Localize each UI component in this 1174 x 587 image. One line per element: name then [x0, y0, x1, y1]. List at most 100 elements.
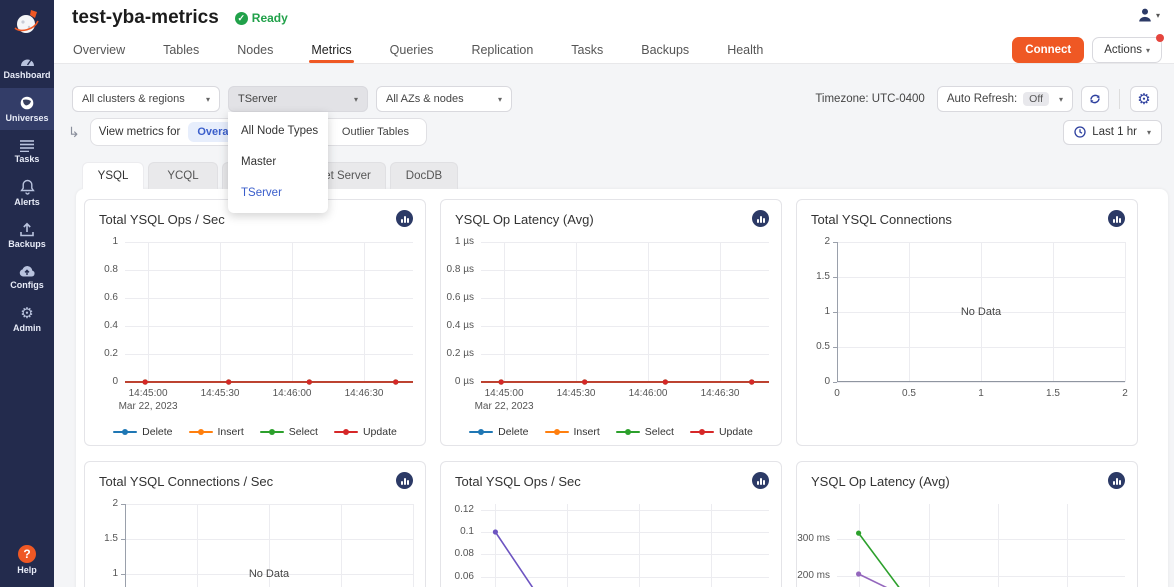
- check-circle-icon: ✓: [235, 12, 248, 25]
- sidebar-item-admin[interactable]: ⚙ Admin: [0, 298, 54, 340]
- x-tick-label: 1.5: [1023, 388, 1083, 399]
- main-area: test-yba-metrics ✓ Ready ▾ Overview Tabl…: [54, 0, 1174, 587]
- menu-item-master[interactable]: Master: [228, 147, 328, 178]
- legend-item[interactable]: Update: [334, 426, 397, 438]
- series-marker: [493, 529, 498, 534]
- sidebar-item-configs[interactable]: Configs: [0, 256, 54, 298]
- auto-refresh-value: Off: [1023, 92, 1049, 106]
- series-marker: [143, 379, 148, 384]
- percentile-chart-icon[interactable]: [752, 472, 769, 489]
- legend-line-glyph: [545, 431, 569, 433]
- legend-item[interactable]: Insert: [189, 426, 244, 438]
- tab-nodes[interactable]: Nodes: [237, 36, 273, 63]
- tab-queries[interactable]: Queries: [390, 36, 434, 63]
- x-tick-label: 14:46:00: [618, 388, 678, 399]
- chevron-down-icon: ▾: [1147, 128, 1151, 137]
- legend-label: Update: [363, 426, 397, 438]
- y-tick-label: 200 ms: [788, 570, 830, 581]
- sidebar-item-label: Configs: [10, 280, 44, 290]
- legend-item[interactable]: Insert: [545, 426, 600, 438]
- sidebar-item-backups[interactable]: Backups: [0, 214, 54, 256]
- legend-label: Delete: [498, 426, 528, 438]
- refresh-icon: [1088, 92, 1102, 106]
- chart-panel: Total YSQL Ops / Sec 10.80.60.40.2014:45…: [84, 199, 426, 446]
- configs-cloud-icon: [18, 264, 36, 278]
- x-axis-date: Mar 22, 2023: [474, 401, 534, 412]
- user-avatar-icon: [1137, 7, 1153, 23]
- legend-item[interactable]: Select: [616, 426, 674, 438]
- chart-plot: 21.510.5000.511.52No Data: [837, 242, 1125, 382]
- metric-tab-ysql[interactable]: YSQL: [82, 162, 144, 189]
- percentile-chart-icon[interactable]: [396, 210, 413, 227]
- y-tick-label: 0.06: [432, 571, 474, 582]
- tab-tasks[interactable]: Tasks: [571, 36, 603, 63]
- tab-backups[interactable]: Backups: [641, 36, 689, 63]
- timezone-label: Timezone: UTC-0400: [815, 93, 925, 105]
- chart-series: [125, 242, 413, 382]
- y-tick-label: 0: [788, 376, 830, 387]
- legend-item[interactable]: Select: [260, 426, 318, 438]
- percentile-chart-icon[interactable]: [1108, 210, 1125, 227]
- az-node-select[interactable]: All AZs & nodes ▾: [376, 86, 512, 112]
- x-tick-label: 14:45:00: [118, 388, 178, 399]
- legend-item[interactable]: Update: [690, 426, 753, 438]
- metric-tab-ycql[interactable]: YCQL: [148, 162, 218, 189]
- tab-tables[interactable]: Tables: [163, 36, 199, 63]
- x-tick-label: 0: [807, 388, 867, 399]
- sidebar-item-tasks[interactable]: Tasks: [0, 130, 54, 172]
- series-marker: [856, 531, 861, 536]
- metric-tab-docdb[interactable]: DocDB: [390, 162, 458, 189]
- y-tick-label: 0.8 µs: [432, 264, 474, 275]
- refresh-button[interactable]: [1081, 86, 1109, 112]
- view-metrics-option-outlier-tables[interactable]: Outlier Tables: [333, 122, 418, 142]
- chart-plot: 300 ms200 ms: [837, 504, 1125, 587]
- x-axis-date: Mar 22, 2023: [118, 401, 178, 412]
- sidebar-item-alerts[interactable]: Alerts: [0, 172, 54, 214]
- y-tick-label: 1: [76, 236, 118, 247]
- menu-item-all-node-types[interactable]: All Node Types: [228, 116, 328, 147]
- percentile-chart-icon[interactable]: [396, 472, 413, 489]
- legend-item[interactable]: Delete: [113, 426, 172, 438]
- chart-panel: YSQL Op Latency (Avg) 1 µs0.8 µs0.6 µs0.…: [440, 199, 782, 446]
- time-range-value: Last 1 hr: [1092, 126, 1137, 138]
- sidebar-item-dashboard[interactable]: Dashboard: [0, 46, 54, 88]
- cluster-region-select[interactable]: All clusters & regions ▾: [72, 86, 220, 112]
- y-tick-label: 1.5: [76, 533, 118, 544]
- time-range-button[interactable]: Last 1 hr ▾: [1063, 120, 1162, 145]
- x-axis-line: [837, 381, 1125, 382]
- legend-item[interactable]: Delete: [469, 426, 528, 438]
- chart-title: Total YSQL Connections: [811, 212, 952, 227]
- percentile-chart-icon[interactable]: [1108, 472, 1125, 489]
- connect-button[interactable]: Connect: [1012, 37, 1084, 63]
- series-marker: [307, 379, 312, 384]
- view-metrics-row: ↳ View metrics for Overall Outlier Nodes…: [54, 118, 1174, 146]
- menu-item-tserver[interactable]: TServer: [228, 178, 328, 209]
- tab-metrics[interactable]: Metrics: [311, 36, 351, 63]
- legend-line-glyph: [469, 431, 493, 433]
- cluster-region-select-value: All clusters & regions: [82, 93, 185, 105]
- metrics-settings-button[interactable]: ⚙: [1130, 86, 1158, 112]
- y-tick-label: 0.12: [432, 504, 474, 515]
- auto-refresh-button[interactable]: Auto Refresh: Off ▾: [937, 86, 1073, 112]
- sidebar: Dashboard Universes Tasks Alerts Backups: [0, 0, 54, 587]
- node-type-dropdown-menu: All Node Types Master TServer: [228, 112, 328, 213]
- app-logo[interactable]: [0, 0, 54, 46]
- tab-replication[interactable]: Replication: [471, 36, 533, 63]
- y-tick-label: 1: [788, 306, 830, 317]
- status-label: Ready: [252, 11, 288, 25]
- chart-series: [837, 504, 1125, 587]
- node-type-select[interactable]: TServer ▾: [228, 86, 368, 112]
- user-menu[interactable]: ▾: [1137, 7, 1160, 23]
- tab-health[interactable]: Health: [727, 36, 763, 63]
- legend-line-glyph: [113, 431, 137, 433]
- sidebar-item-help[interactable]: ? Help: [0, 539, 54, 581]
- charts-grid: Total YSQL Ops / Sec 10.80.60.40.2014:45…: [84, 199, 1168, 587]
- x-tick-label: 14:45:00: [474, 388, 534, 399]
- sidebar-item-universes[interactable]: Universes: [0, 88, 54, 130]
- percentile-chart-icon[interactable]: [752, 210, 769, 227]
- y-tick-label: 0.1: [432, 526, 474, 537]
- chart-title: Total YSQL Ops / Sec: [455, 474, 581, 489]
- notification-dot: [1156, 34, 1164, 42]
- tab-overview[interactable]: Overview: [73, 36, 125, 63]
- actions-button[interactable]: Actions▾: [1092, 37, 1162, 63]
